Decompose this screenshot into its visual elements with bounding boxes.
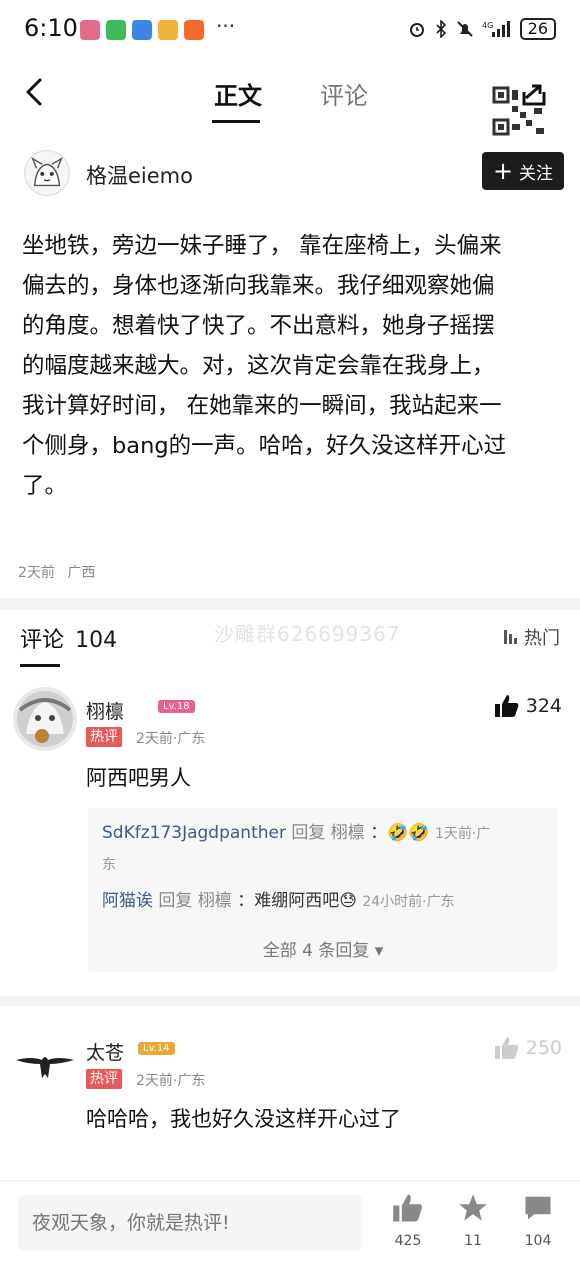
back-arrow-icon[interactable] [16, 72, 52, 112]
reply-item[interactable]: 阿猫诶 回复 栩檩 ：难绷阿西吧😓 24小时前·广东 [102, 886, 455, 917]
reply-user[interactable]: 阿猫诶 [102, 891, 153, 911]
qr-share-icon[interactable] [492, 84, 546, 138]
reply-text: ：难绷阿西吧😓 [237, 891, 357, 911]
comment-like-button[interactable]: 324 [494, 694, 562, 718]
reply-action: 回复 [158, 891, 193, 911]
commenter-avatar[interactable] [12, 1030, 78, 1096]
post-line: 偏去的，身体也逐渐向我靠来。我仔细观察她偏 [22, 273, 495, 299]
hot-comment-badge: 热评 [86, 727, 122, 747]
alarm-icon [409, 23, 424, 37]
wechat-icon [106, 20, 126, 40]
app-notification-icon [158, 20, 178, 40]
comment-text: 阿西吧男人 [86, 766, 191, 790]
post-like-count: 425 [394, 1233, 422, 1249]
app-notification-icon [132, 20, 152, 40]
post-meta: 2天前 广西 [18, 562, 103, 582]
tab-main-text[interactable]: 正文 [214, 76, 262, 111]
post-line: 我计算好时间， 在她靠来的一瞬间，我站起来一 [22, 393, 502, 419]
sort-hot-button[interactable]: 热门 [502, 624, 560, 650]
thumbs-up-icon [494, 1037, 519, 1059]
like-count: 324 [525, 695, 562, 717]
post-body: 坐地铁，旁边一妹子睡了， 靠在座椅上，头偏来 偏去的，身体也逐渐向我靠来。我仔细… [22, 226, 558, 506]
reply-target[interactable]: 栩檩 [331, 823, 365, 843]
bottom-action-bar: 425 11 104 [0, 1180, 580, 1280]
author-name[interactable]: 格温eiemo [86, 160, 193, 190]
reply-meta: 24小时前·广东 [362, 894, 455, 910]
follow-button[interactable]: + 关注 [482, 152, 564, 190]
status-time: 6:10 [24, 14, 78, 42]
reply-text: ：🤣🤣 [370, 823, 430, 843]
active-tab-indicator [212, 120, 260, 123]
sort-icon [504, 630, 517, 644]
app-notification-icon [80, 20, 100, 40]
commenter-name[interactable]: 栩檩 [86, 697, 124, 724]
comments-total: 104 [524, 1233, 552, 1249]
thumbs-up-icon [494, 695, 519, 717]
favorite-count: 11 [464, 1233, 482, 1249]
post-line: 个侧身，bang的一声。哈哈，好久没这样开心过 [22, 433, 507, 459]
post-line: 的幅度越来越大。对，这次肯定会靠在我身上， [22, 353, 495, 379]
favorite-button[interactable]: 11 [443, 1193, 503, 1249]
level-badge: Lv.18 [158, 700, 195, 713]
commenter-avatar[interactable] [12, 686, 78, 752]
status-bar: 6:10 ··· 4G 26 [0, 0, 580, 60]
post-author: 格温eiemo + 关注 [24, 150, 564, 196]
post-like-button[interactable]: 425 [378, 1193, 438, 1249]
comment-meta: 2天前·广东 [136, 1073, 206, 1089]
reply-target[interactable]: 栩檩 [198, 891, 232, 911]
reply-meta-wrap: 东 [102, 857, 116, 873]
notification-icons [80, 20, 204, 40]
bluetooth-icon [436, 20, 446, 38]
watermark: 沙雕群626699367 [214, 622, 401, 646]
comments-label: 评论 [20, 628, 65, 653]
reply-meta: 1天前·广 [434, 826, 491, 842]
status-icons: 4G 26 [408, 18, 556, 40]
taobao-icon [184, 20, 204, 40]
post-line: 的角度。想着快了快了。不出意料，她身子摇摆 [22, 313, 495, 339]
comments-count: 104 [75, 628, 118, 653]
post-location: 广西 [67, 565, 96, 581]
sort-label: 热门 [524, 628, 560, 649]
post-line: 坐地铁，旁边一妹子睡了， 靠在座椅上，头偏来 [22, 233, 502, 259]
post-line: 了。 [22, 473, 68, 499]
mute-icon [456, 21, 473, 37]
reply-action: 回复 [291, 823, 326, 843]
like-count: 250 [525, 1037, 562, 1059]
comments-button[interactable]: 104 [508, 1193, 568, 1249]
tab-comments[interactable]: 评论 [320, 76, 368, 111]
reply-item[interactable]: SdKfz173Jagdpanther 回复 栩檩 ：🤣🤣 1天前·广 东 [102, 818, 552, 880]
signal-icon: 4G [482, 21, 510, 37]
star-icon [459, 1194, 487, 1221]
section-divider [0, 996, 580, 1006]
author-avatar[interactable] [24, 150, 70, 196]
top-nav: 正文 评论 [0, 60, 580, 136]
comments-underline [20, 664, 60, 667]
more-notifications: ··· [216, 14, 236, 38]
comment-text: 哈哈哈，我也好久没这样开心过了 [86, 1107, 401, 1131]
thumbs-up-icon [393, 1194, 422, 1222]
svg-text:4G: 4G [482, 21, 493, 30]
level-badge: Lv.14 [138, 1042, 175, 1055]
view-all-replies-button[interactable]: 全部 4 条回复 ▾ [88, 936, 558, 961]
follow-label: 关注 [519, 163, 554, 184]
section-divider [0, 598, 580, 610]
comment-input[interactable] [18, 1195, 362, 1251]
hot-comment-badge: 热评 [86, 1069, 122, 1089]
battery-indicator: 26 [519, 18, 556, 40]
plus-icon: + [492, 157, 514, 185]
comment-like-button[interactable]: 250 [494, 1036, 562, 1060]
commenter-name[interactable]: 太苍 [86, 1038, 124, 1065]
reply-user[interactable]: SdKfz173Jagdpanther [102, 823, 286, 843]
comment-bubble-icon [525, 1196, 551, 1220]
reply-box: SdKfz173Jagdpanther 回复 栩檩 ：🤣🤣 1天前·广 东 阿猫… [88, 808, 558, 972]
post-time: 2天前 [18, 565, 55, 581]
comment-meta: 2天前·广东 [136, 731, 206, 747]
